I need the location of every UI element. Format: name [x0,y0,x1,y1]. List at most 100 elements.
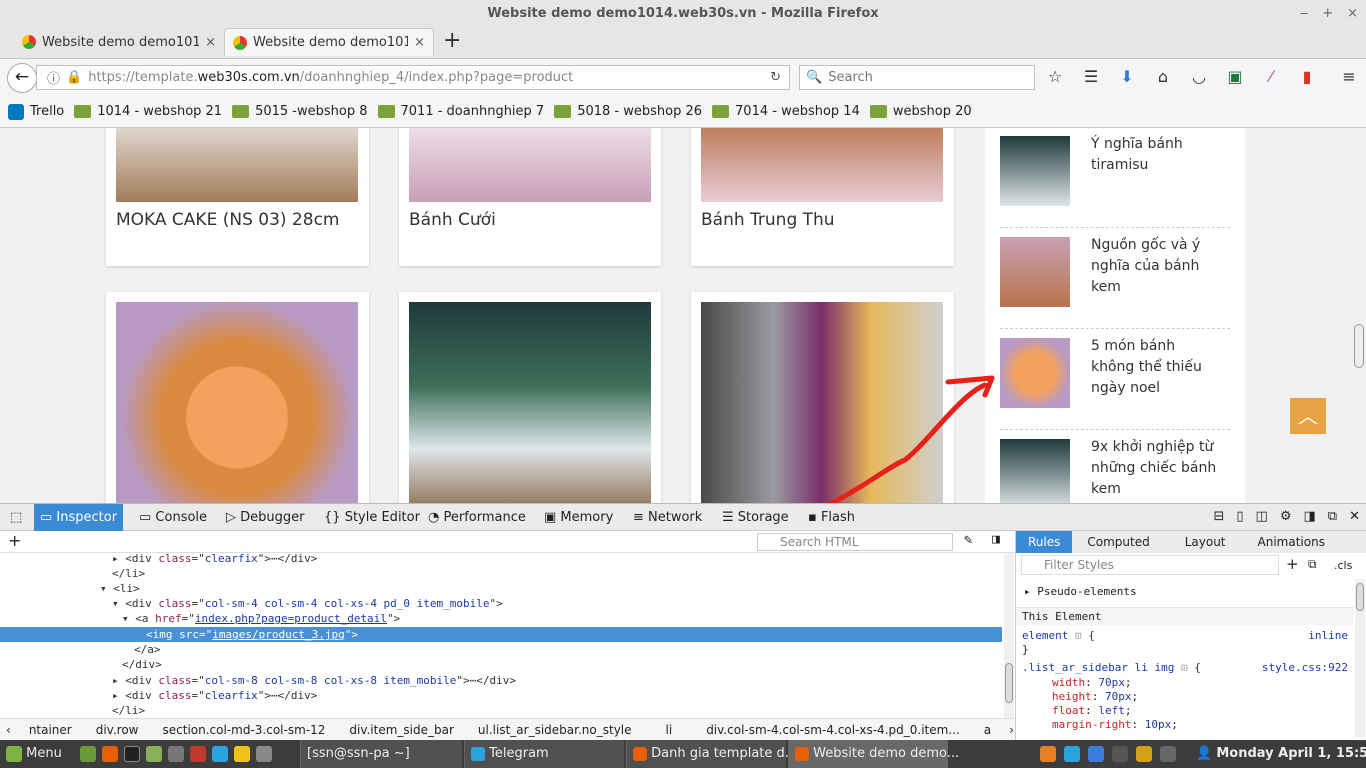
browser-tab-2[interactable]: Website demo demo1014.w × [224,28,434,56]
taskbar-item-terminal[interactable]: [ssn@ssn-pa ~] [300,740,462,768]
bookmark-star-icon[interactable]: ☆ [1044,67,1066,86]
gear-icon[interactable]: ⚙ [1280,509,1292,524]
css-property[interactable]: margin-right: 10px; [1052,718,1178,731]
home-icon[interactable]: ⌂ [1152,67,1174,86]
product-image[interactable] [409,302,651,503]
rule-source[interactable]: inline [1308,629,1348,642]
shield-icon[interactable] [1088,746,1104,762]
css-property[interactable]: height: 70px; [1052,690,1138,703]
product-card[interactable] [399,292,661,503]
article-title[interactable]: 5 món bánh không thể thiếu ngày noel [1091,336,1221,399]
back-button[interactable]: ← [7,63,37,93]
page-scrollbar[interactable] [1352,128,1366,503]
eyedropper-icon[interactable]: ✎ [964,532,972,548]
article-title[interactable]: Nguồn gốc và ý nghĩa của bánh kem [1091,235,1221,298]
matched-rule[interactable]: .list_ar_sidebar li img ⊡ { [1022,661,1201,674]
pseudo-elements-toggle[interactable]: ▸ Pseudo-elements [1024,585,1137,598]
desktop-icon[interactable] [80,746,96,762]
product-card[interactable]: Bánh Cưới [399,128,661,266]
tab-debugger[interactable]: ▷ Debugger [220,504,311,531]
tab-console[interactable]: ▭ Console [133,504,213,531]
undock-icon[interactable]: ⧉ [1328,509,1337,524]
article-title[interactable]: 9x khởi nghiệp từ những chiếc bánh kem [1091,437,1221,500]
product-title[interactable]: Bánh Cưới [409,210,496,230]
page-scrollbar-thumb[interactable] [1354,324,1364,368]
product-image[interactable] [701,302,943,503]
toggle-pseudo-class-icon[interactable]: ⧉ [1308,557,1317,572]
product-image[interactable] [116,302,358,503]
tab-performance[interactable]: ◔ Performance [422,504,532,531]
clock[interactable]: 👤 Monday April 1, 15:54 [1196,740,1366,768]
markup-node[interactable]: </li> [0,566,1002,581]
product-image[interactable] [409,128,651,202]
window-list-icon[interactable] [256,746,272,762]
tray-telegram-icon[interactable] [1064,746,1080,762]
bookmark-trello[interactable]: Trello [8,103,64,120]
downloads-icon[interactable]: ⬇ [1116,67,1138,86]
article-thumbnail[interactable] [1000,136,1070,206]
markup-node[interactable]: ▾ <li> [0,581,1002,596]
maximize-icon[interactable]: + [1322,0,1333,28]
sidebar-article[interactable]: Nguồn gốc và ý nghĩa của bánh kem [1000,229,1230,329]
markup-node-selected[interactable]: <img src="images/product_3.jpg"> [0,627,1002,642]
add-node-icon[interactable]: + [8,531,21,550]
new-tab-icon[interactable]: + [443,28,461,54]
product-card[interactable]: Bánh Trung Thu [691,128,954,266]
product-title[interactable]: MOKA CAKE (NS 03) 28cm [116,210,339,230]
firefox-icon[interactable] [102,746,118,762]
network-off-icon[interactable] [1112,746,1128,762]
close-tab-icon[interactable]: × [205,35,216,50]
pick-element-icon[interactable]: ⬚ [4,504,30,531]
bookmark-folder[interactable]: 5015 -webshop 8 [232,104,368,119]
product-card[interactable]: MOKA CAKE (NS 03) 28cm [106,128,369,266]
bookmark-folder[interactable]: 7011 - doanhnghiep 7 [377,104,544,119]
taskbar-item-firefox[interactable]: Website demo demo... [788,740,959,768]
markup-scrollbar-thumb[interactable] [1005,663,1013,703]
volume-icon[interactable] [1160,746,1176,762]
sidebar-article[interactable]: 9x khởi nghiệp từ những chiếc bánh kem [1000,431,1230,503]
search-bar[interactable]: 🔍 Search [799,65,1035,90]
article-thumbnail[interactable] [1000,338,1070,408]
pen-extension-icon[interactable]: ⁄ [1260,67,1282,86]
close-window-icon[interactable]: × [1347,0,1358,28]
telegram-icon[interactable] [212,746,228,762]
tab-rules[interactable]: Rules [1016,531,1073,553]
breadcrumb-item[interactable]: div.row [84,723,151,737]
skype-icon[interactable] [190,746,206,762]
split-console-icon[interactable]: ⊟ [1213,509,1224,524]
markup-node[interactable]: ▸ <div class="clearfix">⋯</div> [0,551,1002,566]
sidebar-article[interactable]: Ý nghĩa bánh tiramisu [1000,128,1230,228]
responsive-icon[interactable]: ▯ [1236,509,1243,524]
taskbar-item-document[interactable]: Danh gia template d... [626,740,797,768]
back-to-top-button[interactable]: ︿ [1290,398,1326,434]
product-card[interactable] [106,292,369,503]
tab-storage[interactable]: ☰ Storage [716,504,795,531]
close-devtools-icon[interactable]: ✕ [1349,509,1360,524]
files-icon[interactable] [146,746,162,762]
rules-scrollbar[interactable] [1355,579,1365,737]
pocket-icon[interactable]: ◡ [1188,67,1210,86]
breadcrumb-item[interactable]: section.col-md-3.col-sm-12 [151,723,338,737]
reading-list-icon[interactable]: ☰ [1080,67,1102,86]
product-card[interactable] [691,292,954,503]
css-property[interactable]: float: left; [1052,704,1132,717]
add-rule-icon[interactable]: + [1286,555,1299,573]
screenshot-icon[interactable]: ◫ [1256,509,1268,524]
css-property[interactable]: width: 70px; [1052,676,1132,689]
flash-extension-icon[interactable]: ▮ [1296,67,1318,86]
cls-toggle[interactable]: .cls [1334,559,1352,572]
start-menu-button[interactable]: Menu [6,740,62,768]
dock-side-icon[interactable]: ◨ [1304,509,1316,524]
breadcrumb-item[interactable]: li [644,723,695,737]
tab-network[interactable]: ≡ Network [627,504,708,531]
url-bar[interactable]: ⓘ 🔒 https://template. web30s.com.vn/doanh… [36,65,790,90]
markup-scrollbar[interactable] [1004,553,1014,718]
markup-node[interactable]: </a> [0,642,1002,657]
breadcrumb-item[interactable]: ul.list_ar_sidebar.no_style [466,723,644,737]
tab-style-editor[interactable]: {} Style Editor [318,504,426,531]
article-thumbnail[interactable] [1000,237,1070,307]
camera-icon[interactable] [168,746,184,762]
rule-source[interactable]: style.css:922 [1262,661,1348,674]
tab-layout[interactable]: Layout [1165,531,1246,553]
bookmark-folder[interactable]: 7014 - webshop 14 [712,104,860,119]
